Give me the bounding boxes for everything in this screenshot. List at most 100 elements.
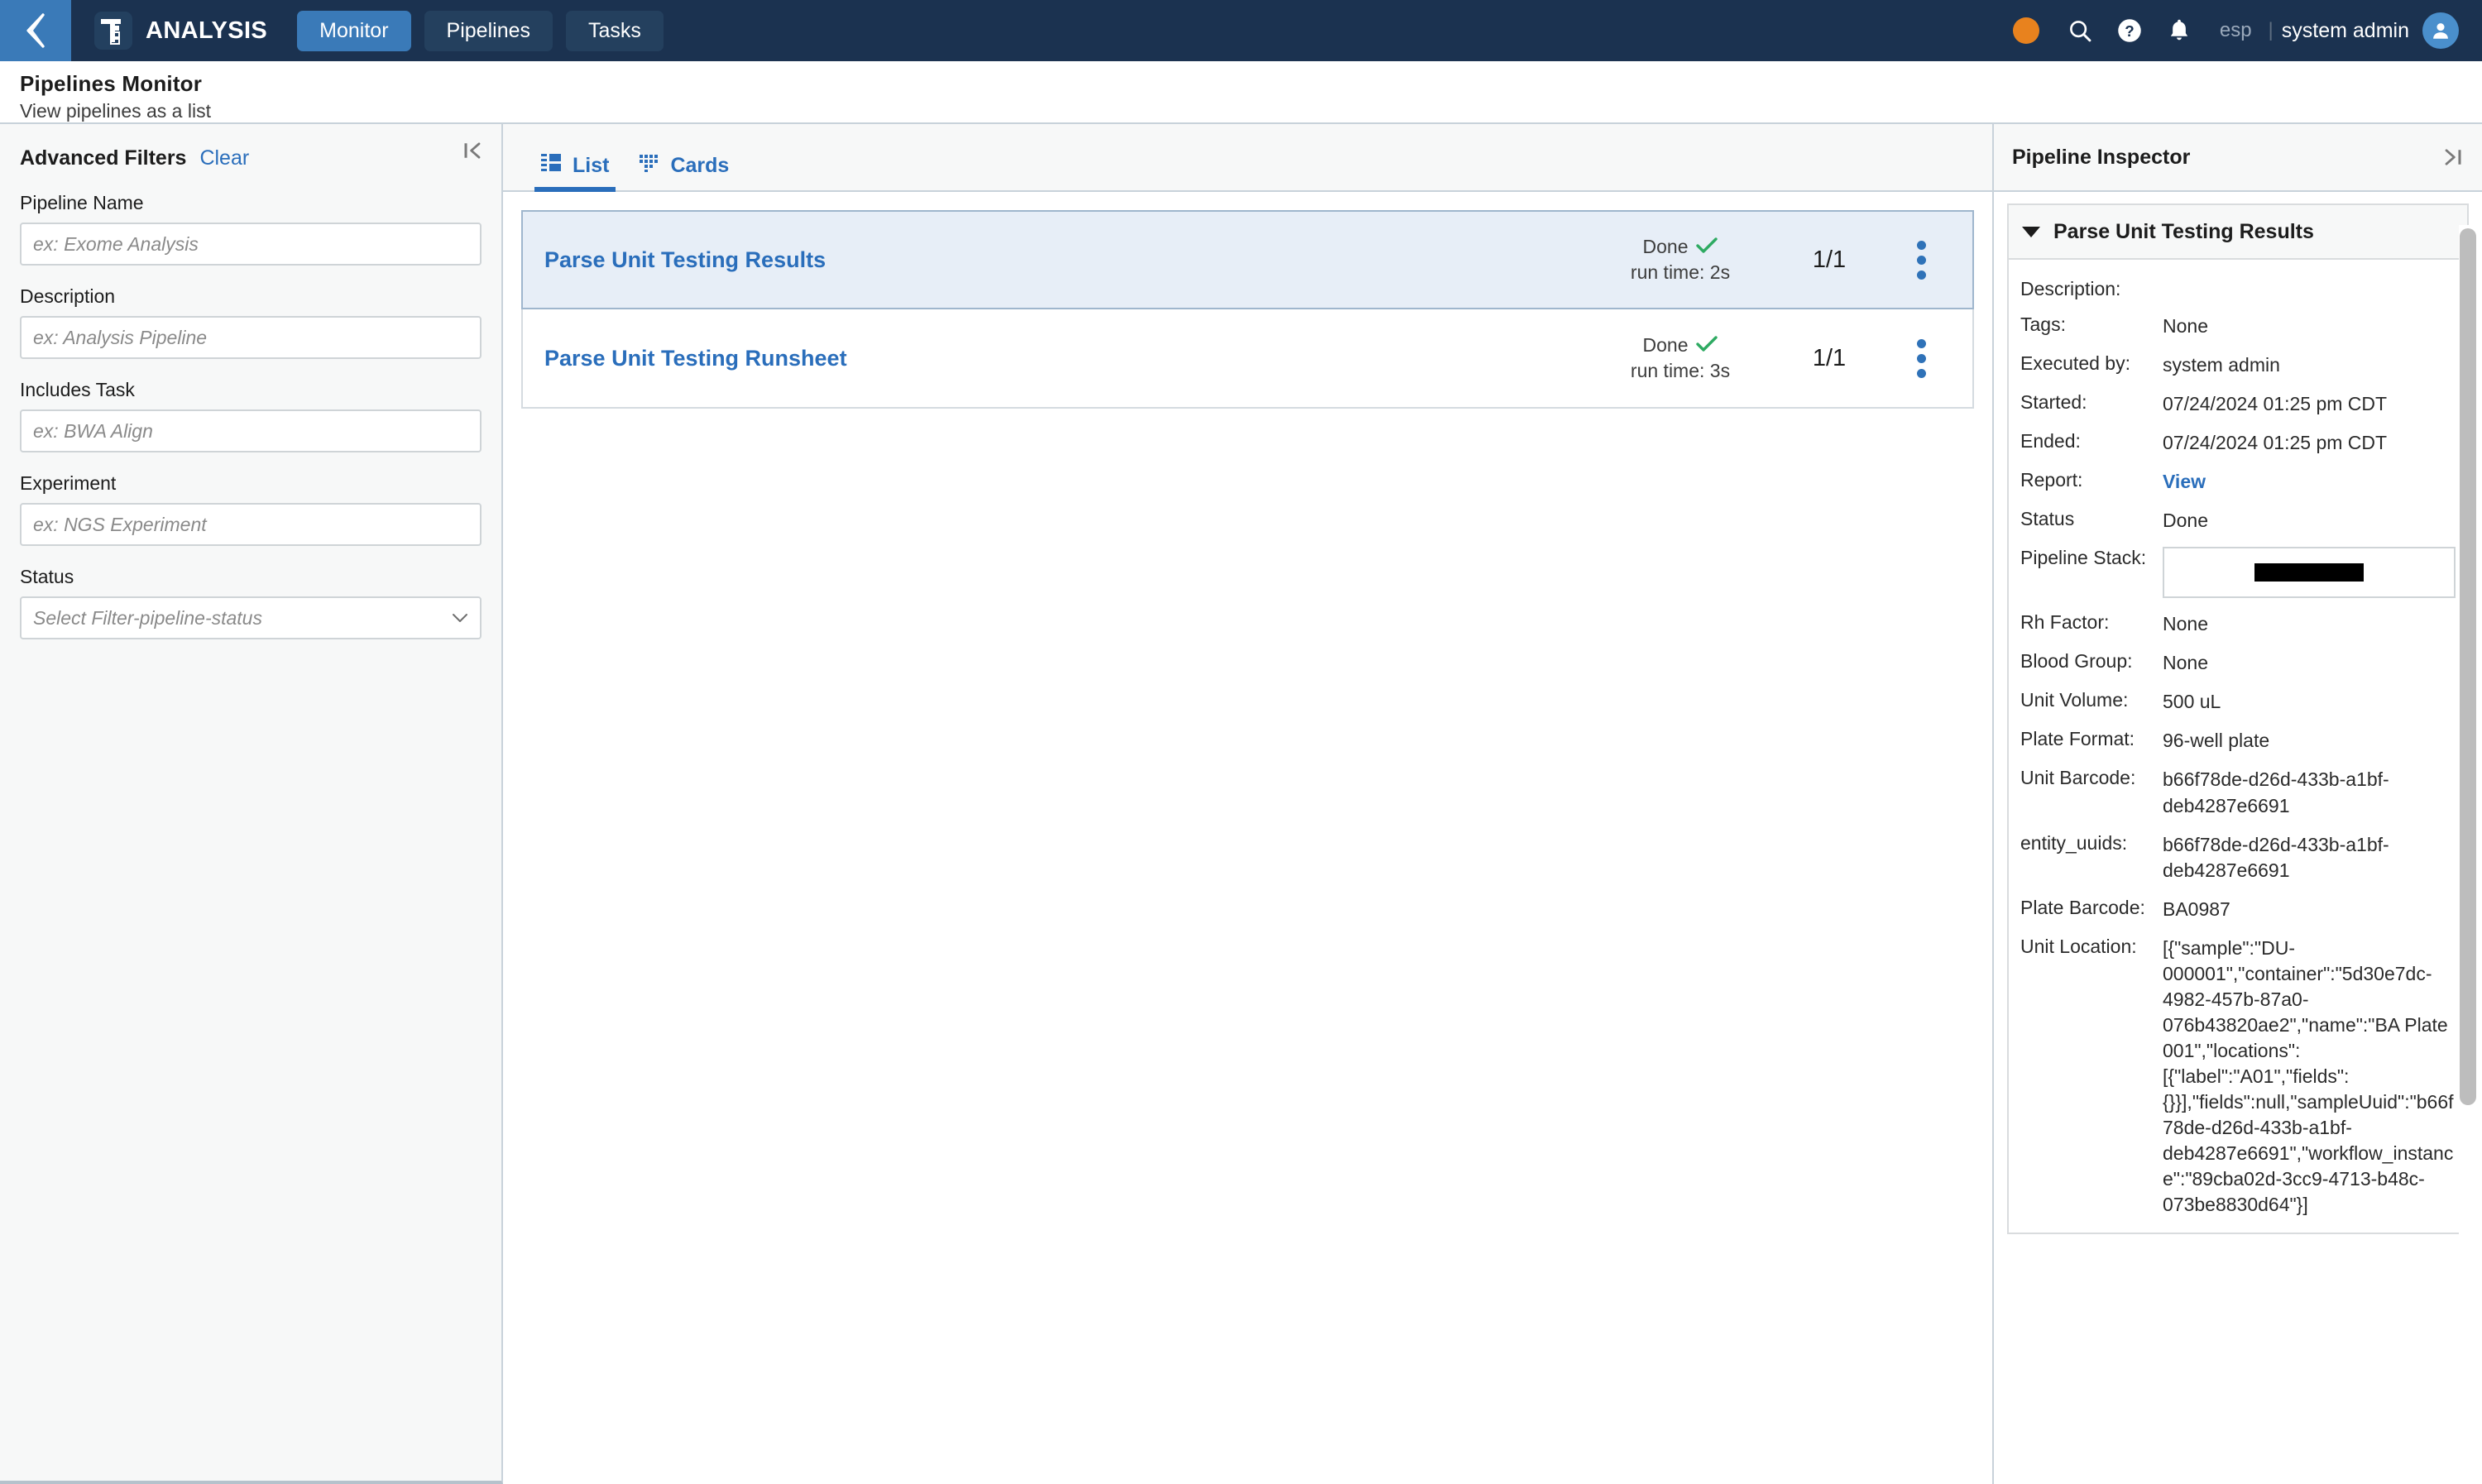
pipeline-status-label: Done	[1642, 235, 1689, 257]
inspector-field-pipeline-stack: Pipeline Stack:	[2009, 540, 2467, 605]
inspector-field-report: Report: View	[2009, 462, 2467, 501]
filter-pipeline-name: Pipeline Name	[20, 192, 482, 266]
tab-list-label: List	[573, 154, 610, 177]
nav-tab-tasks[interactable]: Tasks	[566, 10, 664, 51]
filters-title: Advanced Filters	[20, 146, 187, 170]
inspector-field-unit-location: Unit Location: [{"sample":"DU-000001","c…	[2009, 929, 2467, 1225]
inspector-field-rh-factor: Rh Factor: None	[2009, 605, 2467, 644]
table-row[interactable]: Parse Unit Testing Runsheet Done run tim…	[521, 309, 1974, 409]
filter-experiment-input[interactable]	[20, 503, 482, 546]
tab-cards[interactable]: Cards	[624, 153, 744, 190]
tab-cards-label: Cards	[670, 154, 730, 177]
field-value: None	[2163, 613, 2208, 635]
list-view-icon	[541, 153, 563, 179]
table-row[interactable]: Parse Unit Testing Results Done run time…	[521, 210, 1974, 309]
field-value: 500 uL	[2163, 691, 2221, 713]
inspector-card-header[interactable]: Parse Unit Testing Results	[2009, 205, 2467, 260]
inspector-field-tags: Tags: None	[2009, 307, 2467, 346]
inspector-field-list: Description: Tags: None Executed by: sys…	[2009, 260, 2467, 1233]
field-key: Report:	[2020, 469, 2083, 491]
field-key: Blood Group:	[2020, 650, 2133, 673]
filter-status: Status Select Filter-pipeline-status	[20, 566, 482, 639]
inspector-field-unit-volume: Unit Volume: 500 uL	[2009, 682, 2467, 721]
field-key: Pipeline Stack:	[2020, 547, 2147, 569]
nav-collapse-button[interactable]	[0, 0, 71, 61]
nav-tab-monitor[interactable]: Monitor	[297, 10, 411, 51]
bell-icon[interactable]	[2160, 12, 2198, 50]
nav-tab-pipelines[interactable]: Pipelines	[424, 10, 553, 51]
filter-pipeline-name-input[interactable]	[20, 223, 482, 266]
filter-status-select[interactable]: Select Filter-pipeline-status	[20, 596, 482, 639]
field-key: Status	[2020, 508, 2075, 530]
nav-separator: |	[2268, 19, 2274, 41]
inspector-card-title: Parse Unit Testing Results	[2053, 219, 2314, 243]
field-value: 07/24/2024 01:25 pm CDT	[2163, 393, 2388, 415]
inspector-field-plate-format: Plate Format: 96-well plate	[2009, 721, 2467, 760]
kebab-menu-icon[interactable]	[1891, 338, 1951, 378]
field-value: 96-well plate	[2163, 730, 2270, 752]
app-title: ANALYSIS	[146, 17, 268, 44]
nav-tabs: Monitor Pipelines Tasks	[297, 10, 664, 51]
inspector-field-entity-uuids: entity_uuids: b66f78de-d26d-433b-a1bf-de…	[2009, 826, 2467, 890]
pipeline-task-count: 1/1	[1812, 344, 1847, 371]
advanced-filters-panel: Advanced Filters Clear Pipeline Name Des…	[0, 124, 503, 1484]
pipeline-run-time: run time: 3s	[1630, 360, 1731, 381]
inspector-field-executed-by: Executed by: system admin	[2009, 346, 2467, 385]
field-value-container	[2163, 547, 2456, 599]
clear-filters-button[interactable]: Clear	[199, 146, 249, 170]
view-tabs: List Cards	[503, 124, 1992, 192]
field-key: Rh Factor:	[2020, 611, 2110, 634]
field-value: b66f78de-d26d-433b-a1bf-deb4287e6691	[2163, 833, 2389, 881]
field-key: Executed by:	[2020, 352, 2130, 375]
filter-includes-task-input[interactable]	[20, 409, 482, 452]
inspector-scrollbar-thumb[interactable]	[2460, 228, 2476, 1105]
user-avatar-icon[interactable]	[2422, 12, 2459, 49]
status-indicator-dot[interactable]	[2012, 17, 2039, 44]
pipeline-stack-box[interactable]	[2163, 547, 2456, 599]
pipeline-name-link[interactable]: Parse Unit Testing Runsheet	[544, 346, 1593, 371]
filter-description-input[interactable]	[20, 316, 482, 359]
pipelines-list-panel: List Cards Parse Unit Testing Results Do…	[503, 124, 1992, 1484]
field-key: entity_uuids:	[2020, 831, 2128, 854]
field-key: Started:	[2020, 391, 2087, 414]
help-icon[interactable]: ?	[2111, 12, 2149, 50]
report-view-link[interactable]: View	[2163, 469, 2456, 495]
pipelines-list: Parse Unit Testing Results Done run time…	[503, 192, 1992, 1484]
inspector-header: Pipeline Inspector	[1994, 124, 2482, 192]
caret-down-icon[interactable]	[2022, 226, 2040, 237]
collapse-right-icon[interactable]	[2441, 146, 2464, 169]
pipeline-status: Done run time: 2s	[1593, 234, 1767, 285]
filter-description: Description	[20, 285, 482, 359]
language-label[interactable]: esp	[2220, 19, 2252, 42]
inspector-field-plate-barcode: Plate Barcode: BA0987	[2009, 890, 2467, 929]
field-key: Plate Barcode:	[2020, 896, 2145, 918]
field-value: None	[2163, 315, 2208, 337]
pipeline-run-time: run time: 2s	[1630, 261, 1731, 283]
filter-includes-task: Includes Task	[20, 379, 482, 452]
analysis-logo-icon	[94, 12, 132, 50]
search-icon[interactable]	[2061, 12, 2099, 50]
field-key: Description:	[2020, 278, 2121, 299]
inspector-title: Pipeline Inspector	[2012, 145, 2191, 169]
svg-text:?: ?	[2125, 22, 2134, 40]
field-key: Tags:	[2020, 314, 2066, 335]
inspector-field-ended: Ended: 07/24/2024 01:25 pm CDT	[2009, 424, 2467, 462]
check-icon	[1696, 236, 1718, 257]
cards-view-icon	[639, 153, 660, 179]
field-value: BA0987	[2163, 898, 2230, 920]
pipeline-inspector-panel: Pipeline Inspector Parse Unit Testing Re…	[1992, 124, 2482, 1484]
filter-description-label: Description	[20, 285, 116, 307]
tab-list[interactable]: List	[526, 153, 624, 192]
field-value: b66f78de-d26d-433b-a1bf-deb4287e6691	[2163, 768, 2389, 816]
check-icon	[1696, 334, 1718, 356]
pipeline-name-link[interactable]: Parse Unit Testing Results	[544, 247, 1593, 273]
field-value: [{"sample":"DU-000001","container":"5d30…	[2163, 936, 2454, 1216]
collapse-left-icon[interactable]	[462, 139, 485, 162]
filter-status-label: Status	[20, 566, 74, 587]
chevron-down-icon	[452, 609, 468, 628]
kebab-menu-icon[interactable]	[1891, 240, 1951, 280]
user-name-label: system admin	[2281, 18, 2409, 42]
page-title: Pipelines Monitor	[20, 71, 203, 96]
field-value: None	[2163, 652, 2208, 674]
top-navbar: ANALYSIS Monitor Pipelines Tasks ? esp |…	[0, 0, 2482, 61]
